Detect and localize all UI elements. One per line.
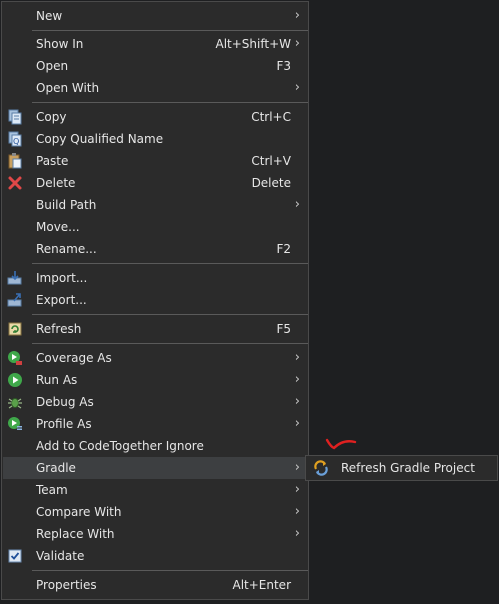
menu-separator xyxy=(32,102,308,103)
menu-item-build-path[interactable]: Build Path › xyxy=(3,194,308,216)
menu-separator xyxy=(32,314,308,315)
menu-item-label: Import... xyxy=(36,271,88,285)
menu-item-properties[interactable]: Properties Alt+Enter xyxy=(3,574,308,596)
menu-item-delete[interactable]: Delete Delete xyxy=(3,172,308,194)
menu-item-label: Build Path xyxy=(36,198,97,212)
menu-item-label: Run As xyxy=(36,373,78,387)
context-menu: New › Show In Alt+Shift+W › Open F3 Open… xyxy=(1,1,309,600)
chevron-right-icon: › xyxy=(294,350,300,365)
menu-item-run-as[interactable]: Run As › xyxy=(3,369,308,391)
menu-item-shortcut: F3 xyxy=(276,59,291,73)
menu-item-profile-as[interactable]: Profile As › xyxy=(3,413,308,435)
menu-item-shortcut: F5 xyxy=(276,322,291,336)
menu-item-shortcut: Alt+Enter xyxy=(232,578,291,592)
menu-item-gradle[interactable]: Gradle › xyxy=(3,457,308,479)
menu-item-refresh-gradle-project[interactable]: Refresh Gradle Project xyxy=(307,457,496,479)
chevron-right-icon: › xyxy=(294,197,300,212)
menu-item-validate[interactable]: Validate xyxy=(3,545,308,567)
import-icon xyxy=(7,270,23,286)
menu-item-label: Add to CodeTogether Ignore xyxy=(36,439,204,453)
menu-item-label: Compare With xyxy=(36,505,122,519)
gradle-submenu: Refresh Gradle Project xyxy=(305,455,498,481)
chevron-right-icon: › xyxy=(294,372,300,387)
menu-item-team[interactable]: Team › xyxy=(3,479,308,501)
menu-item-shortcut: F2 xyxy=(276,242,291,256)
menu-item-export[interactable]: Export... xyxy=(3,289,308,311)
menu-item-open-with[interactable]: Open With › xyxy=(3,77,308,99)
menu-item-label: Replace With xyxy=(36,527,115,541)
menu-item-show-in[interactable]: Show In Alt+Shift+W › xyxy=(3,33,308,55)
chevron-right-icon: › xyxy=(294,36,300,51)
chevron-right-icon: › xyxy=(294,8,300,23)
menu-item-label: Export... xyxy=(36,293,87,307)
delete-icon xyxy=(7,175,23,191)
menu-item-compare-with[interactable]: Compare With › xyxy=(3,501,308,523)
profile-icon xyxy=(7,416,23,432)
menu-item-label: Refresh Gradle Project xyxy=(341,461,475,475)
menu-item-label: Delete xyxy=(36,176,76,190)
red-check-mark-icon xyxy=(325,438,357,450)
menu-item-shortcut: Ctrl+V xyxy=(251,154,291,168)
menu-item-label: Show In xyxy=(36,37,84,51)
paste-icon xyxy=(7,153,23,169)
export-icon xyxy=(7,292,23,308)
chevron-right-icon: › xyxy=(294,80,300,95)
menu-item-label: Copy Qualified Name xyxy=(36,132,164,146)
menu-item-shortcut: Delete xyxy=(251,176,291,190)
menu-item-label: Profile As xyxy=(36,417,92,431)
menu-item-new[interactable]: New › xyxy=(3,5,308,27)
run-icon xyxy=(7,372,23,388)
menu-item-rename[interactable]: Rename... F2 xyxy=(3,238,308,260)
menu-separator xyxy=(32,30,308,31)
menu-separator xyxy=(32,263,308,264)
svg-text:Q: Q xyxy=(13,137,19,146)
chevron-right-icon: › xyxy=(294,504,300,519)
menu-item-add-to-codetogether-ignore[interactable]: Add to CodeTogether Ignore xyxy=(3,435,308,457)
menu-item-refresh[interactable]: Refresh F5 xyxy=(3,318,308,340)
menu-item-label: Rename... xyxy=(36,242,97,256)
debug-icon xyxy=(7,394,23,410)
menu-separator xyxy=(32,570,308,571)
menu-item-label: Coverage As xyxy=(36,351,112,365)
menu-item-label: Gradle xyxy=(36,461,76,475)
coverage-icon xyxy=(7,350,23,366)
menu-item-label: Open With xyxy=(36,81,100,95)
menu-item-debug-as[interactable]: Debug As › xyxy=(3,391,308,413)
menu-item-shortcut: Alt+Shift+W xyxy=(215,37,292,51)
menu-item-label: Team xyxy=(36,483,68,497)
menu-item-label: Refresh xyxy=(36,322,82,336)
menu-item-shortcut: Ctrl+C xyxy=(251,110,291,124)
refresh-icon xyxy=(7,321,23,337)
menu-item-label: Paste xyxy=(36,154,69,168)
menu-item-coverage-as[interactable]: Coverage As › xyxy=(3,347,308,369)
copy-icon xyxy=(7,109,23,125)
menu-item-copy-qualified-name[interactable]: Q Copy Qualified Name xyxy=(3,128,308,150)
chevron-right-icon: › xyxy=(294,526,300,541)
chevron-right-icon: › xyxy=(294,460,300,475)
menu-item-label: Validate xyxy=(36,549,85,563)
menu-item-label: Copy xyxy=(36,110,67,124)
copy-qualified-name-icon: Q xyxy=(7,131,23,147)
menu-item-move[interactable]: Move... xyxy=(3,216,308,238)
menu-item-open[interactable]: Open F3 xyxy=(3,55,308,77)
menu-separator xyxy=(32,343,308,344)
chevron-right-icon: › xyxy=(294,482,300,497)
refresh-gradle-icon xyxy=(313,460,329,476)
menu-item-copy[interactable]: Copy Ctrl+C xyxy=(3,106,308,128)
menu-item-label: Open xyxy=(36,59,69,73)
menu-item-label: Move... xyxy=(36,220,80,234)
chevron-right-icon: › xyxy=(294,394,300,409)
validate-checkbox-icon xyxy=(7,548,23,564)
menu-item-label: New xyxy=(36,9,63,23)
menu-item-label: Properties xyxy=(36,578,97,592)
menu-item-label: Debug As xyxy=(36,395,94,409)
menu-item-replace-with[interactable]: Replace With › xyxy=(3,523,308,545)
chevron-right-icon: › xyxy=(294,416,300,431)
menu-item-paste[interactable]: Paste Ctrl+V xyxy=(3,150,308,172)
menu-item-import[interactable]: Import... xyxy=(3,267,308,289)
